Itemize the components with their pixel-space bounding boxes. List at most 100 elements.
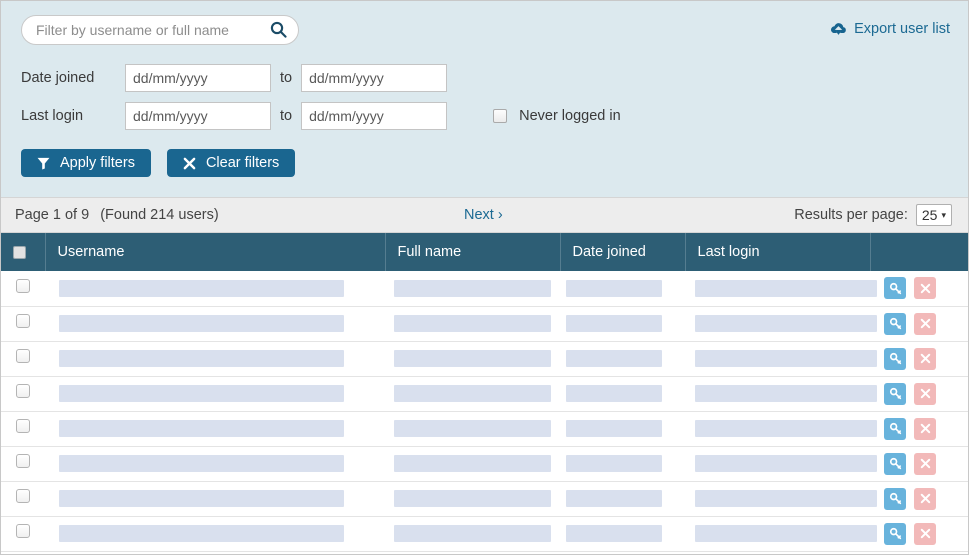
column-header-username[interactable]: Username xyxy=(45,233,386,271)
cell-date-joined xyxy=(560,376,685,411)
key-icon xyxy=(889,422,902,435)
row-select-checkbox[interactable] xyxy=(16,278,30,293)
table-row[interactable] xyxy=(1,376,968,411)
clear-filters-button[interactable]: Clear filters xyxy=(166,149,296,177)
cell-date-joined xyxy=(560,516,685,551)
x-icon xyxy=(183,157,196,170)
table-row[interactable] xyxy=(1,306,968,341)
loading-placeholder-bar xyxy=(394,490,551,507)
row-actions xyxy=(870,312,968,335)
table-row[interactable] xyxy=(1,271,968,306)
results-per-page-select[interactable]: 25 ▾ xyxy=(915,204,952,226)
last-login-from-input[interactable] xyxy=(125,102,271,130)
users-table-head: Username Full name Date joined Last logi… xyxy=(1,233,968,271)
cell-last-login xyxy=(685,376,877,411)
row-select-checkbox[interactable] xyxy=(16,489,30,503)
date-joined-from-input[interactable] xyxy=(125,64,271,92)
cell-fullname xyxy=(385,411,560,446)
cell-last-login xyxy=(685,306,877,341)
row-select-checkbox[interactable] xyxy=(16,454,30,468)
row-actions xyxy=(870,347,968,370)
cell-username xyxy=(45,306,385,341)
loading-placeholder-bar xyxy=(394,420,551,437)
column-header-date-joined[interactable]: Date joined xyxy=(560,233,686,271)
date-joined-row: Date joined to xyxy=(21,59,952,97)
results-per-page-group: Results per page: 25 ▾ xyxy=(794,204,952,226)
table-row[interactable] xyxy=(1,481,968,516)
column-header-last-login[interactable]: Last login xyxy=(685,233,871,271)
loading-placeholder-bar xyxy=(566,420,662,437)
table-row[interactable] xyxy=(1,516,968,551)
login-as-button[interactable] xyxy=(884,487,906,510)
user-management-page: Export user list Date joined to Last log… xyxy=(0,0,969,555)
export-user-list-link[interactable]: Export user list xyxy=(830,21,950,37)
cell-date-joined xyxy=(560,411,685,446)
search-input[interactable] xyxy=(21,15,299,45)
delete-user-button[interactable] xyxy=(914,452,936,475)
login-as-button[interactable] xyxy=(884,347,906,370)
login-as-button[interactable] xyxy=(884,312,906,335)
key-icon xyxy=(889,352,902,365)
delete-user-button[interactable] xyxy=(914,487,936,510)
login-as-button[interactable] xyxy=(884,382,906,405)
login-as-button[interactable] xyxy=(884,522,906,545)
funnel-icon xyxy=(37,157,50,170)
login-as-button[interactable] xyxy=(884,417,906,440)
next-page-link[interactable]: Next › xyxy=(464,207,503,223)
row-checkbox-cell xyxy=(1,446,45,481)
row-select-checkbox[interactable] xyxy=(16,314,30,328)
cell-last-login xyxy=(685,341,877,376)
date-filter-rows: Date joined to Last login to Never logge… xyxy=(21,59,952,135)
x-icon xyxy=(919,422,932,435)
table-row[interactable] xyxy=(1,411,968,446)
row-actions xyxy=(870,487,968,510)
last-login-row: Last login to Never logged in xyxy=(21,97,952,135)
loading-placeholder-bar xyxy=(394,455,551,472)
apply-filters-button[interactable]: Apply filters xyxy=(21,149,151,177)
login-as-button[interactable] xyxy=(884,277,906,300)
search-box xyxy=(21,15,299,45)
row-select-checkbox[interactable] xyxy=(16,524,30,538)
users-table-body xyxy=(1,271,968,551)
cell-last-login xyxy=(685,481,877,516)
cell-actions xyxy=(870,446,968,481)
row-select-checkbox[interactable] xyxy=(16,349,30,363)
x-icon xyxy=(919,527,932,540)
delete-user-button[interactable] xyxy=(914,417,936,440)
cell-date-joined xyxy=(560,306,685,341)
loading-placeholder-bar xyxy=(59,420,344,437)
row-select-checkbox[interactable] xyxy=(16,384,30,398)
delete-user-button[interactable] xyxy=(914,382,936,405)
loading-placeholder-bar xyxy=(695,385,877,402)
select-all-checkbox[interactable] xyxy=(13,245,26,259)
cell-username xyxy=(45,446,385,481)
row-select-checkbox[interactable] xyxy=(16,419,30,433)
date-joined-to-input[interactable] xyxy=(301,64,448,92)
loading-placeholder-bar xyxy=(394,350,551,367)
delete-user-button[interactable] xyxy=(914,522,936,545)
loading-placeholder-bar xyxy=(695,279,877,297)
cell-fullname xyxy=(385,271,560,306)
cell-username xyxy=(45,341,385,376)
table-row[interactable] xyxy=(1,341,968,376)
row-actions xyxy=(870,382,968,405)
loading-placeholder-bar xyxy=(59,350,344,367)
column-header-fullname[interactable]: Full name xyxy=(385,233,561,271)
delete-user-button[interactable] xyxy=(914,277,936,300)
delete-user-button[interactable] xyxy=(914,347,936,370)
loading-placeholder-bar xyxy=(59,455,344,472)
loading-placeholder-bar xyxy=(59,525,344,542)
table-row[interactable] xyxy=(1,446,968,481)
x-icon xyxy=(919,352,932,365)
cell-actions xyxy=(870,411,968,446)
row-checkbox-cell xyxy=(1,341,45,376)
login-as-button[interactable] xyxy=(884,452,906,475)
never-logged-in-checkbox[interactable] xyxy=(493,109,508,123)
last-login-to-input[interactable] xyxy=(301,102,448,130)
delete-user-button[interactable] xyxy=(914,312,936,335)
loading-placeholder-bar xyxy=(566,385,662,402)
row-actions xyxy=(870,277,968,300)
row-actions xyxy=(870,452,968,475)
cell-last-login xyxy=(685,271,877,306)
row-checkbox-cell xyxy=(1,271,45,306)
